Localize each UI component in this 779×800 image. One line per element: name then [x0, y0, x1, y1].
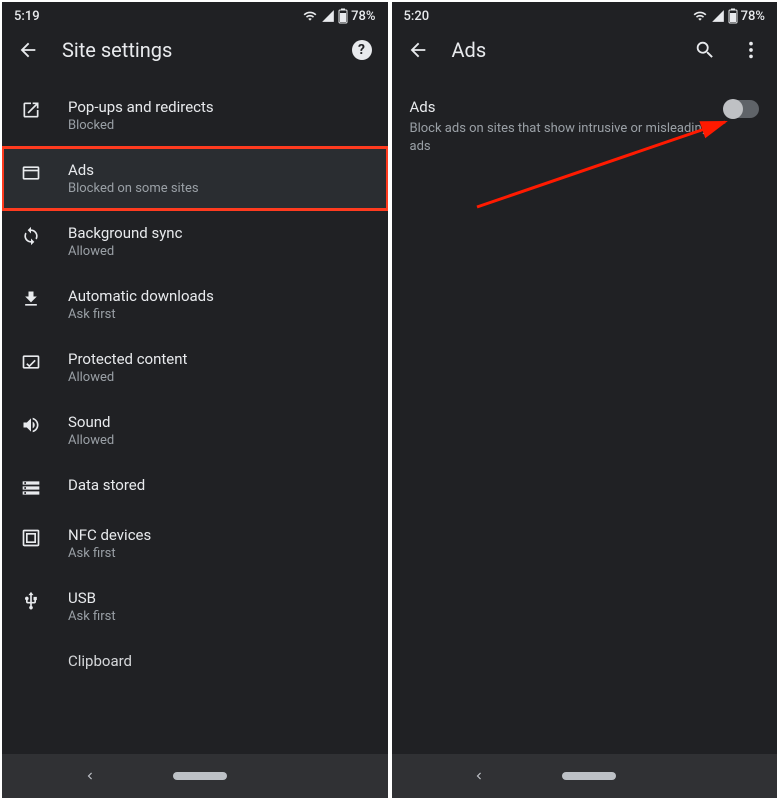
search-icon: [694, 39, 716, 61]
battery-percent: 78%: [351, 9, 375, 24]
status-icons: 78%: [692, 8, 765, 24]
row-sub: Blocked: [68, 118, 370, 133]
nav-back-button[interactable]: [467, 764, 491, 788]
nav-back-button[interactable]: [78, 764, 102, 788]
row-label: Pop-ups and redirects: [68, 98, 370, 116]
page-title: Ads: [452, 38, 672, 62]
row-nfc[interactable]: NFC devices Ask first: [2, 512, 388, 575]
status-bar: 5:20 78%: [392, 2, 778, 28]
nav-bar: [392, 754, 778, 798]
status-time: 5:20: [404, 9, 430, 24]
app-bar: Site settings ?: [2, 28, 388, 78]
row-sub: Blocked on some sites: [68, 181, 370, 196]
ads-toggle[interactable]: [725, 100, 759, 118]
back-button[interactable]: [16, 38, 40, 62]
row-sub: Ask first: [68, 609, 370, 624]
row-automatic-downloads[interactable]: Automatic downloads Ask first: [2, 273, 388, 336]
row-sub: Allowed: [68, 244, 370, 259]
row-ads[interactable]: Ads Blocked on some sites: [2, 147, 388, 210]
nav-home-pill[interactable]: [562, 772, 616, 780]
settings-list: Pop-ups and redirects Blocked Ads Blocked …: [2, 78, 388, 670]
signal-icon: [321, 9, 335, 23]
sync-icon: [21, 226, 41, 246]
battery-icon: [338, 8, 348, 24]
usb-icon: [21, 591, 41, 611]
row-clipboard[interactable]: Clipboard: [2, 638, 388, 670]
phone-left: 5:19 78% Site settings ? Pop-ups and red…: [2, 2, 388, 798]
row-sub: Allowed: [68, 433, 370, 448]
help-button[interactable]: ?: [350, 38, 374, 62]
row-label: Sound: [68, 413, 370, 431]
scroll-fade: [2, 724, 388, 754]
page-title: Site settings: [62, 38, 328, 62]
download-icon: [21, 289, 41, 309]
row-popups[interactable]: Pop-ups and redirects Blocked: [2, 84, 388, 147]
row-usb[interactable]: USB Ask first: [2, 575, 388, 638]
help-icon: ?: [352, 40, 372, 60]
toggle-knob: [723, 99, 743, 119]
nfc-icon: [21, 528, 41, 548]
more-vert-icon: [740, 39, 762, 61]
row-label: NFC devices: [68, 526, 370, 544]
nav-home-pill[interactable]: [173, 772, 227, 780]
row-sub: Allowed: [68, 370, 370, 385]
battery-percent: 78%: [741, 9, 765, 24]
wifi-icon: [692, 9, 708, 23]
arrow-back-icon: [407, 39, 429, 61]
search-button[interactable]: [693, 38, 717, 62]
arrow-back-icon: [17, 39, 39, 61]
signal-icon: [711, 9, 725, 23]
status-icons: 78%: [302, 8, 375, 24]
chevron-left-icon: [472, 769, 486, 783]
row-sub: Ask first: [68, 546, 370, 561]
battery-icon: [728, 8, 738, 24]
ad-icon: [21, 163, 41, 183]
back-button[interactable]: [406, 38, 430, 62]
status-time: 5:19: [14, 9, 40, 24]
more-button[interactable]: [739, 38, 763, 62]
row-label: Clipboard: [68, 652, 370, 670]
ads-setting-row[interactable]: Ads Block ads on sites that show intrusi…: [392, 78, 778, 175]
open-in-new-icon: [21, 100, 41, 120]
wifi-icon: [302, 9, 318, 23]
nav-bar: [2, 754, 388, 798]
row-label: Protected content: [68, 350, 370, 368]
status-bar: 5:19 78%: [2, 2, 388, 28]
setting-desc: Block ads on sites that show intrusive o…: [410, 120, 712, 155]
row-label: Data stored: [68, 476, 370, 494]
phone-right: 5:20 78% Ads Ads Block ads on sites that…: [392, 2, 778, 798]
storage-icon: [21, 478, 41, 498]
row-sound[interactable]: Sound Allowed: [2, 399, 388, 462]
row-background-sync[interactable]: Background sync Allowed: [2, 210, 388, 273]
setting-title: Ads: [410, 98, 712, 116]
row-data-stored[interactable]: Data stored: [2, 462, 388, 512]
sound-icon: [21, 415, 41, 435]
row-protected-content[interactable]: Protected content Allowed: [2, 336, 388, 399]
row-label: Background sync: [68, 224, 370, 242]
row-sub: Ask first: [68, 307, 370, 322]
row-label: Ads: [68, 161, 370, 179]
app-bar: Ads: [392, 28, 778, 78]
chevron-left-icon: [83, 769, 97, 783]
row-label: USB: [68, 589, 370, 607]
row-label: Automatic downloads: [68, 287, 370, 305]
protected-content-icon: [21, 352, 41, 372]
